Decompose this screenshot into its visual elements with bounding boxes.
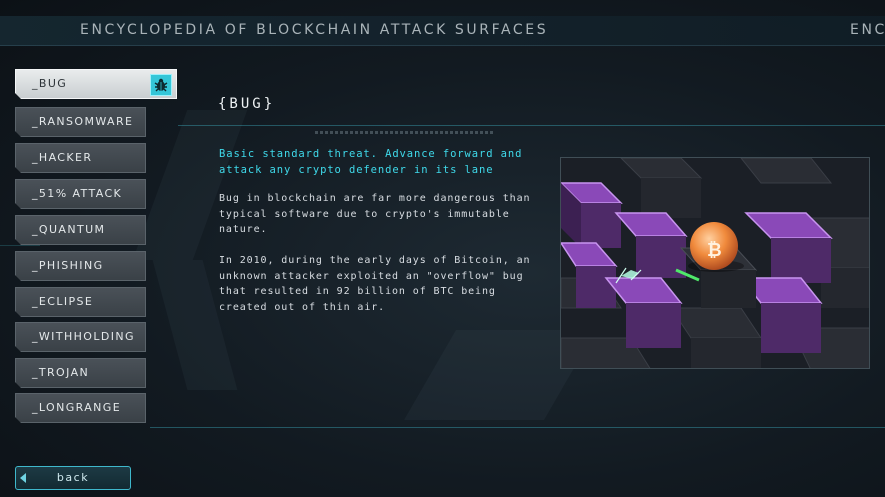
menu-item-label: _RANSOMWARE: [32, 115, 134, 128]
menu-item-eclipse[interactable]: _ECLIPSE: [15, 287, 146, 317]
menu-item-label: _51% ATTACK: [32, 187, 123, 200]
menu-item-label: _PHISHING: [32, 259, 104, 272]
page-title-repeat: ENC: [850, 22, 885, 38]
menu-item-trojan[interactable]: _TROJAN: [15, 358, 146, 388]
threat-tagline: Basic standard threat. Advance forward a…: [219, 148, 523, 176]
back-button[interactable]: back: [15, 466, 131, 490]
menu-item-label: _HACKER: [32, 151, 93, 164]
divider-bottom: [150, 427, 885, 428]
menu-item-label: _WITHHOLDING: [32, 330, 135, 343]
section-title: {BUG}: [218, 96, 276, 112]
divider-top: [178, 125, 885, 126]
menu-item-51-attack[interactable]: _51% ATTACK: [15, 179, 146, 209]
menu-item-ransomware[interactable]: _RANSOMWARE: [15, 107, 146, 137]
description-paragraph-2: In 2010, during the early days of Bitcoi…: [219, 255, 531, 313]
menu-item-phishing[interactable]: _PHISHING: [15, 251, 146, 281]
menu-item-withholding[interactable]: _WITHHOLDING: [15, 322, 146, 352]
menu-item-label: _QUANTUM: [32, 223, 106, 236]
bug-icon: [150, 74, 172, 96]
description-paragraph-1: Bug in blockchain are far more dangerous…: [219, 193, 531, 235]
page-title: ENCYCLOPEDIA OF BLOCKCHAIN ATTACK SURFAC…: [80, 22, 549, 38]
menu-item-label: _BUG: [32, 77, 68, 90]
threat-preview-image: ₿: [560, 157, 870, 369]
menu-item-bug[interactable]: _BUG: [15, 69, 177, 99]
menu-item-label: _TROJAN: [32, 366, 90, 379]
menu-item-label: _LONGRANGE: [32, 401, 122, 414]
menu-item-longrange[interactable]: _LONGRANGE: [15, 393, 146, 423]
svg-text:₿: ₿: [707, 240, 722, 261]
back-arrow-icon: [20, 473, 26, 483]
menu-item-hacker[interactable]: _HACKER: [15, 143, 146, 173]
divider-left: [0, 245, 40, 246]
decorative-caption: [315, 131, 495, 134]
menu-item-quantum[interactable]: _QUANTUM: [15, 215, 146, 245]
back-button-label: back: [56, 471, 90, 484]
menu-item-label: _ECLIPSE: [32, 295, 94, 308]
